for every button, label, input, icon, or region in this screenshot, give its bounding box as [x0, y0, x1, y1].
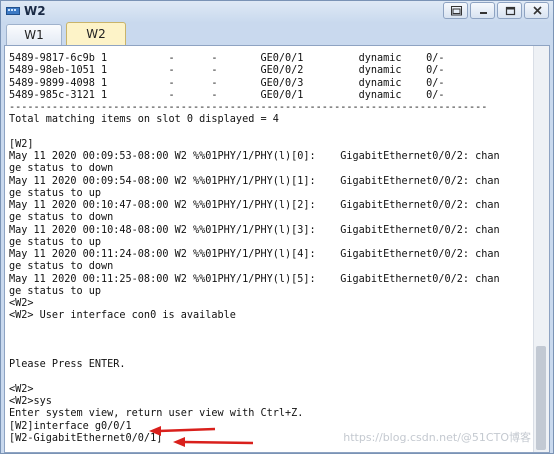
console-line: <W2>	[9, 383, 34, 395]
tab-w2[interactable]: W2	[66, 22, 126, 45]
maximize-button[interactable]	[497, 2, 522, 19]
console-line: May 11 2020 00:10:47-08:00 W2 %%01PHY/1/…	[9, 200, 500, 211]
console-line: May 11 2020 00:11:25-08:00 W2 %%01PHY/1/…	[9, 273, 500, 285]
minimize-icon	[480, 12, 487, 14]
console-line: <W2>	[9, 298, 34, 309]
console-line: ge status to down	[9, 212, 114, 224]
console-line: 5489-9899-4098 1 - - GE0/0/3 dynamic 0/-	[9, 77, 445, 89]
restore-icon	[451, 6, 462, 16]
console-line: Total matching items on slot 0 displayed…	[9, 114, 279, 126]
console-output[interactable]: 5489-9817-6c9b 1 - - GE0/0/1 dynamic 0/-…	[9, 53, 539, 453]
console-line: 5489-985c-3121 1 - - GE0/0/1 dynamic 0/-	[9, 89, 445, 101]
console-line: <W2> User interface con0 is available	[9, 310, 236, 322]
window-title: W2	[24, 4, 46, 18]
console-line: Enter system view, return user view with…	[9, 408, 304, 420]
minimize-button[interactable]	[470, 2, 495, 19]
maximize-icon	[505, 6, 516, 16]
tab-bar: W1 W2	[4, 22, 550, 45]
console-line: ge status to up	[9, 285, 102, 297]
console-panel[interactable]: 5489-9817-6c9b 1 - - GE0/0/1 dynamic 0/-…	[4, 45, 550, 453]
console-line: ----------------------------------------…	[9, 102, 488, 113]
console-line: ge status to up	[9, 236, 102, 248]
console-line: [W2]	[9, 138, 34, 150]
console-line: <W2>sys	[9, 396, 52, 407]
app-window: W2 W1 W2 5489-9817-6c9b 1 - - GE0/0/1 dy…	[0, 0, 554, 454]
close-button[interactable]	[524, 2, 549, 19]
console-line: 5489-9817-6c9b 1 - - GE0/0/1 dynamic 0/-	[9, 53, 445, 64]
console-line: Please Press ENTER.	[9, 359, 126, 371]
console-line: 5489-98eb-1051 1 - - GE0/0/2 dynamic 0/-	[9, 65, 445, 77]
close-icon	[533, 6, 542, 15]
console-line: May 11 2020 00:11:24-08:00 W2 %%01PHY/1/…	[9, 249, 500, 260]
console-line: ge status to up	[9, 187, 102, 199]
console-line: May 11 2020 00:09:53-08:00 W2 %%01PHY/1/…	[9, 151, 500, 162]
title-bar[interactable]: W2	[1, 1, 553, 22]
vertical-scrollbar[interactable]	[533, 46, 549, 452]
watermark-text: https://blog.csdn.net/@51CTO博客	[343, 431, 531, 444]
console-line: May 11 2020 00:09:54-08:00 W2 %%01PHY/1/…	[9, 175, 500, 187]
scrollbar-thumb[interactable]	[536, 346, 546, 450]
console-line: May 11 2020 00:10:48-08:00 W2 %%01PHY/1/…	[9, 224, 500, 236]
window-controls	[441, 2, 549, 19]
console-line: ge status to down	[9, 163, 114, 175]
console-line: ge status to down	[9, 261, 114, 273]
network-device-icon	[6, 7, 20, 15]
restore-button[interactable]	[443, 2, 468, 19]
tab-w1[interactable]: W1	[6, 24, 62, 45]
